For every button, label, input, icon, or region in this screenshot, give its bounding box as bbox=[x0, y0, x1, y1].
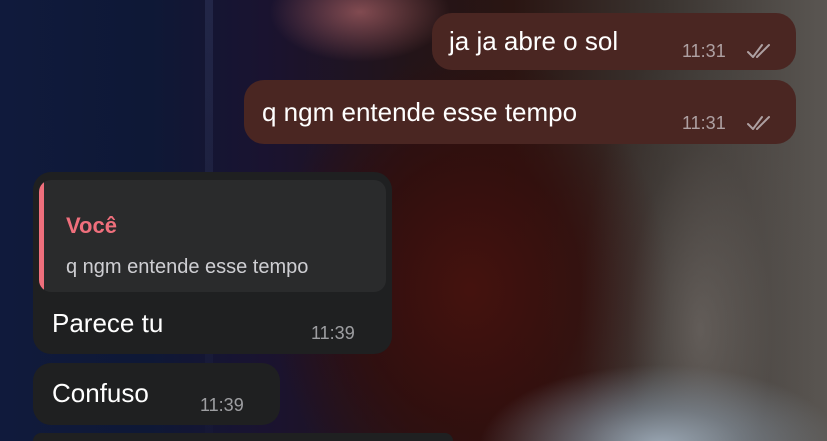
outgoing-message-bubble[interactable]: q ngm entende esse tempo 11:31 bbox=[244, 80, 796, 144]
message-time: 11:31 bbox=[682, 113, 726, 133]
message-text: Confuso bbox=[52, 378, 149, 408]
incoming-message-bubble[interactable]: Confuso 11:39 bbox=[33, 363, 280, 425]
reply-author: Você bbox=[66, 213, 117, 238]
message-time: 11:31 bbox=[682, 41, 726, 61]
reply-quoted-text: q ngm entende esse tempo bbox=[66, 256, 309, 278]
message-text: ja ja abre o sol bbox=[449, 26, 619, 56]
message-time: 11:39 bbox=[200, 395, 244, 415]
incoming-message-bubble[interactable]: Você q ngm entende esse tempo Parece tu … bbox=[33, 172, 392, 354]
double-check-icon bbox=[747, 44, 770, 58]
message-text: Parece tu bbox=[52, 308, 164, 338]
incoming-message-bubble-partial[interactable] bbox=[33, 433, 453, 441]
reply-quote[interactable]: Você q ngm entende esse tempo bbox=[39, 180, 386, 292]
message-text: q ngm entende esse tempo bbox=[262, 97, 578, 127]
reply-accent-bar bbox=[39, 180, 44, 292]
message-time: 11:39 bbox=[311, 323, 355, 343]
double-check-icon bbox=[747, 116, 770, 130]
outgoing-message-bubble[interactable]: ja ja abre o sol 11:31 bbox=[432, 13, 796, 70]
